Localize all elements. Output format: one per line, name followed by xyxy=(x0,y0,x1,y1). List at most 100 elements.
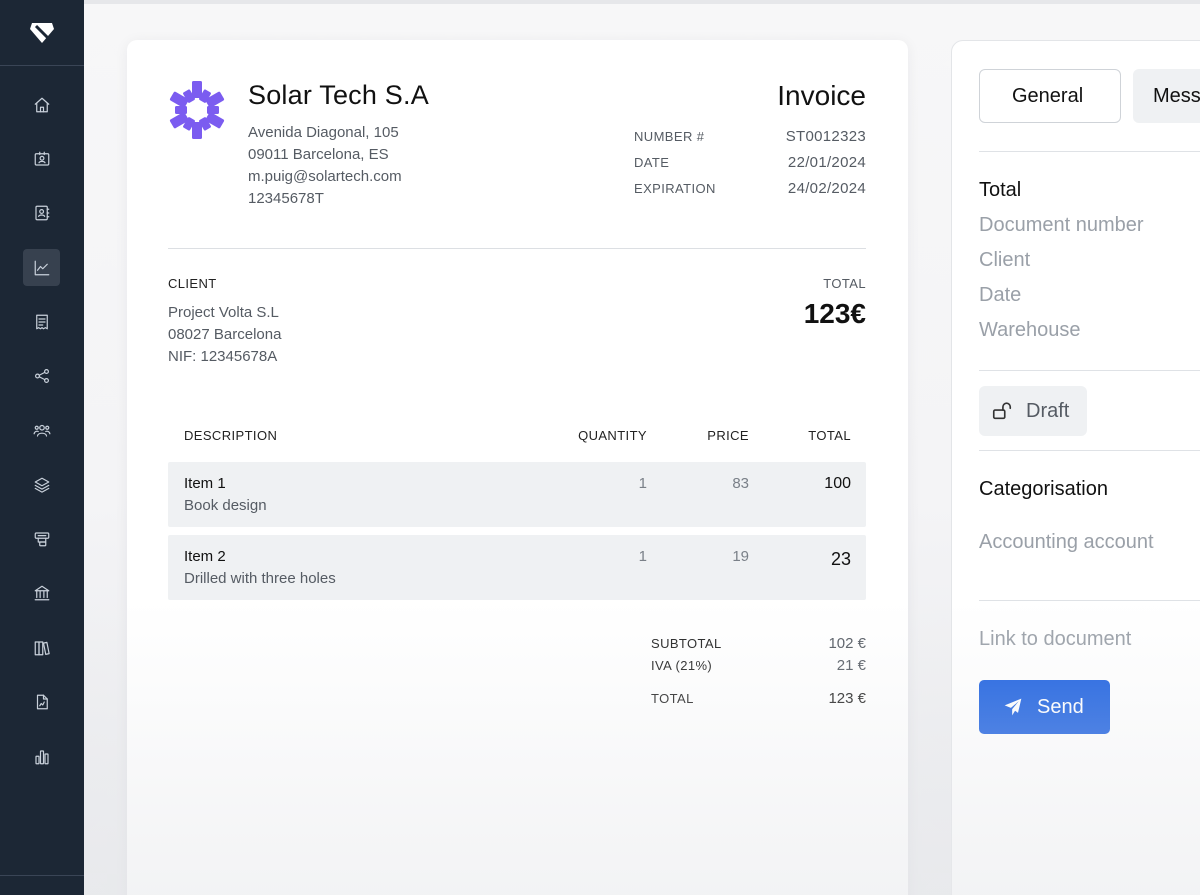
sidebar xyxy=(0,0,84,895)
summary-label: SUBTOTAL xyxy=(651,635,722,651)
meta-row-expiration: EXPIRATION 24/02/2024 xyxy=(634,175,866,201)
company-address: Avenida Diagonal, 105 09011 Barcelona, E… xyxy=(248,122,402,210)
paper-plane-icon xyxy=(1004,698,1022,716)
client-details: Project Volta S.L 08027 Barcelona NIF: 1… xyxy=(168,302,281,368)
draft-status-button[interactable]: Draft xyxy=(979,386,1087,436)
sidebar-item-library[interactable] xyxy=(23,629,60,666)
sidebar-item-address-book[interactable] xyxy=(23,194,60,231)
col-total: TOTAL xyxy=(808,428,851,443)
item-total: 23 xyxy=(830,549,851,569)
sidebar-item-share[interactable] xyxy=(23,357,60,394)
invoice-title: Invoice xyxy=(777,80,866,111)
summary-value: 102 € xyxy=(828,634,866,652)
sidebar-divider xyxy=(0,875,84,876)
panel-divider xyxy=(979,600,1200,601)
tab-general[interactable]: General xyxy=(979,69,1121,123)
header-divider xyxy=(168,248,866,249)
cash-register-icon xyxy=(34,531,49,546)
chart-line-icon xyxy=(34,260,49,275)
invoice-meta: NUMBER # ST0012323 DATE 22/01/2024 EXPIR… xyxy=(634,123,866,201)
item-name: Item 2 xyxy=(184,548,226,565)
meta-value: ST0012323 xyxy=(785,127,866,145)
invoice-summary: SUBTOTAL 102 € IVA (21%) 21 € TOTAL 123 … xyxy=(651,632,866,709)
field-accounting-account[interactable]: Accounting account xyxy=(979,531,1154,554)
table-row[interactable]: Item 2 Drilled with three holes 1 19 23 xyxy=(168,535,866,600)
field-warehouse[interactable]: Warehouse xyxy=(979,319,1081,342)
client-name: Project Volta S.L xyxy=(168,304,279,321)
summary-value: 123 € xyxy=(828,689,866,707)
sidebar-item-pos[interactable] xyxy=(23,520,60,557)
company-email: m.puig@solartech.com xyxy=(248,168,402,185)
books-icon xyxy=(34,640,50,655)
meta-label: DATE xyxy=(634,154,670,170)
company-address-line: Avenida Diagonal, 105 xyxy=(248,124,399,141)
send-button[interactable]: Send xyxy=(979,680,1110,734)
field-document-number[interactable]: Document number xyxy=(979,214,1144,237)
table-header: DESCRIPTION QUANTITY PRICE TOTAL xyxy=(168,428,866,448)
item-price: 83 xyxy=(732,475,749,492)
send-label: Send xyxy=(1037,695,1084,718)
summary-value: 21 € xyxy=(836,656,866,674)
meta-value: 24/02/2024 xyxy=(787,179,866,197)
client-city: 08027 Barcelona xyxy=(168,326,282,343)
sidebar-item-bank[interactable] xyxy=(23,574,60,611)
panel-divider xyxy=(979,450,1200,451)
col-description: DESCRIPTION xyxy=(184,428,278,443)
panel-divider xyxy=(979,151,1200,152)
sidebar-item-analytics[interactable] xyxy=(23,249,60,286)
sidebar-item-team[interactable] xyxy=(23,411,60,448)
link-to-document[interactable]: Link to document xyxy=(979,628,1131,651)
sidebar-item-reports[interactable] xyxy=(23,683,60,720)
item-description: Drilled with three holes xyxy=(184,570,336,587)
share-nodes-icon xyxy=(34,368,49,383)
summary-tax: IVA (21%) 21 € xyxy=(651,654,866,676)
home-icon xyxy=(34,97,49,112)
field-date[interactable]: Date xyxy=(979,284,1021,307)
tab-messages[interactable]: Mess xyxy=(1133,69,1200,123)
company-logo-icon xyxy=(169,81,225,139)
diamond-logo-icon xyxy=(30,22,54,43)
meta-label: NUMBER # xyxy=(634,128,705,144)
sidebar-item-receipts[interactable] xyxy=(23,303,60,340)
item-total: 100 xyxy=(824,475,851,492)
categorisation-heading: Categorisation xyxy=(979,478,1108,500)
receipt-icon xyxy=(35,314,48,329)
total-label: TOTAL xyxy=(823,276,866,291)
sidebar-item-stats[interactable] xyxy=(23,738,60,775)
client-label: CLIENT xyxy=(168,276,217,291)
contact-card-icon xyxy=(34,151,49,166)
table-row[interactable]: Item 1 Book design 1 83 100 xyxy=(168,462,866,527)
summary-label: IVA (21%) xyxy=(651,657,713,673)
meta-value: 22/01/2024 xyxy=(787,153,866,171)
total-section-heading: Total xyxy=(979,179,1022,201)
meta-label: EXPIRATION xyxy=(634,180,716,196)
layers-icon xyxy=(34,477,49,493)
users-icon xyxy=(33,424,50,437)
sidebar-item-home[interactable] xyxy=(23,86,60,123)
draft-label: Draft xyxy=(1026,399,1070,422)
summary-subtotal: SUBTOTAL 102 € xyxy=(651,632,866,654)
invoice-document: Solar Tech S.A Avenida Diagonal, 105 090… xyxy=(127,40,908,895)
meta-row-date: DATE 22/01/2024 xyxy=(634,149,866,175)
item-description: Book design xyxy=(184,497,267,514)
total-amount: 123€ xyxy=(803,298,866,329)
sidebar-logo[interactable] xyxy=(0,0,84,66)
field-client[interactable]: Client xyxy=(979,249,1030,272)
item-name: Item 1 xyxy=(184,475,226,492)
panel-divider xyxy=(979,370,1200,371)
bank-icon xyxy=(34,585,49,600)
address-book-icon xyxy=(34,205,49,220)
sidebar-item-contacts[interactable] xyxy=(23,140,60,177)
item-price: 19 xyxy=(732,548,749,565)
bar-chart-icon xyxy=(34,749,49,764)
summary-total: TOTAL 123 € xyxy=(651,687,866,709)
client-nif: NIF: 12345678A xyxy=(168,348,278,365)
meta-row-number: NUMBER # ST0012323 xyxy=(634,123,866,149)
details-panel: General Mess Total Document number Clien… xyxy=(951,40,1200,895)
col-quantity: QUANTITY xyxy=(578,428,647,443)
unlock-icon xyxy=(992,402,1012,420)
company-city-line: 09011 Barcelona, ES xyxy=(248,146,389,163)
col-price: PRICE xyxy=(707,428,749,443)
summary-label: TOTAL xyxy=(651,690,694,706)
sidebar-item-layers[interactable] xyxy=(23,466,60,503)
